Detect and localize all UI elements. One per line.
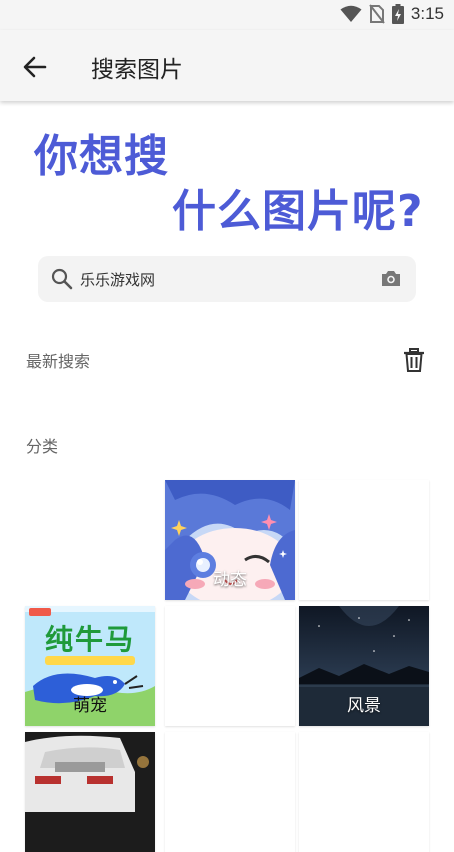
category-card-placeholder[interactable] — [299, 480, 429, 600]
back-arrow-icon[interactable] — [20, 52, 50, 82]
app-bar: 搜索图片 — [0, 30, 454, 101]
category-card-placeholder[interactable] — [165, 606, 295, 726]
search-icon — [51, 268, 73, 290]
sports-car-image — [25, 732, 155, 852]
category-card-car[interactable] — [25, 732, 155, 852]
category-card-placeholder[interactable] — [299, 732, 429, 852]
search-bar[interactable]: 乐乐游戏网 — [38, 256, 416, 302]
pet-poster-title: 纯牛马 — [44, 623, 135, 656]
category-card-placeholder[interactable] — [165, 732, 295, 852]
hero-line-1: 你想搜 — [34, 131, 169, 182]
page-title: 搜索图片 — [91, 57, 183, 83]
wifi-icon — [340, 5, 362, 22]
status-icons: 3:15 — [340, 4, 444, 24]
category-card-label: 萌宠 — [73, 696, 107, 716]
status-time: 3:15 — [410, 4, 444, 23]
no-sim-icon — [369, 4, 385, 24]
battery-charging-icon — [391, 4, 404, 24]
trash-icon[interactable] — [403, 348, 425, 372]
search-input[interactable]: 乐乐游戏网 — [80, 269, 155, 290]
category-card-label: 风景 — [347, 696, 381, 716]
category-card-dynamic[interactable]: 动态 — [165, 480, 295, 600]
category-label: 分类 — [26, 437, 59, 456]
category-card-pets[interactable]: 纯牛马 萌宠 — [25, 606, 155, 726]
category-card-scenery[interactable]: 风景 — [299, 606, 429, 726]
camera-icon[interactable] — [381, 269, 401, 287]
status-bar: 3:15 — [0, 0, 454, 30]
hero-line-2: 什么图片呢? — [172, 186, 424, 237]
recent-search-label: 最新搜索 — [26, 352, 91, 371]
category-card-label: 动态 — [213, 570, 247, 590]
